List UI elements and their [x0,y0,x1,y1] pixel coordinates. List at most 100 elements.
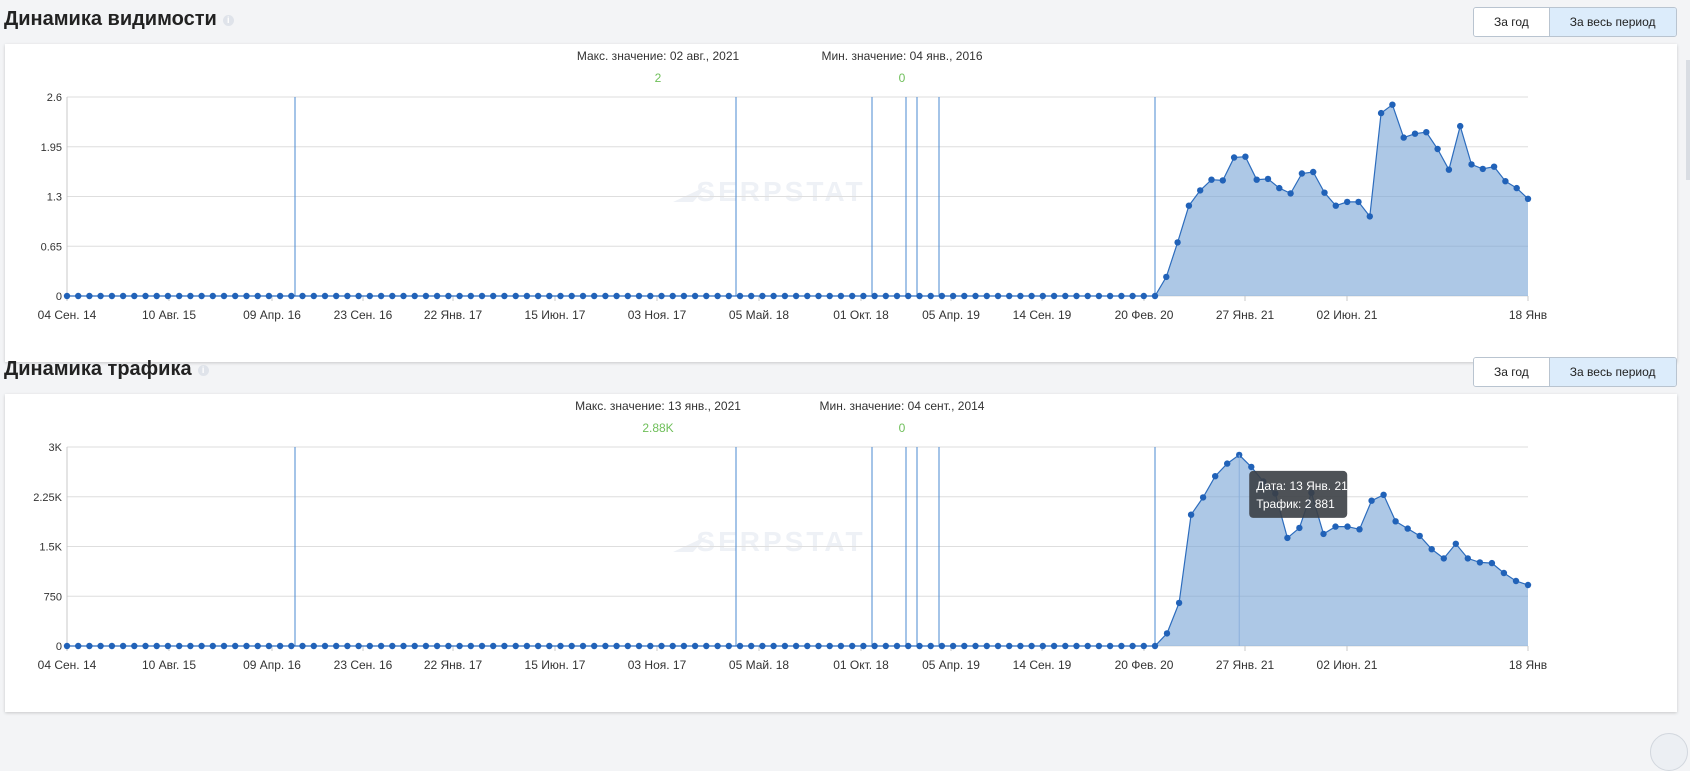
data-point [1287,190,1294,197]
data-point [164,292,172,300]
data-point [736,292,744,300]
x-tick-label: 27 Янв. 21 [1216,658,1275,672]
data-point [792,292,800,300]
data-point [1404,525,1411,532]
data-point [1321,189,1328,196]
section-title: Динамика видимости i [4,8,234,31]
data-point [108,292,116,300]
data-point [344,292,351,300]
data-point [1298,170,1306,177]
min-label: Мин. значение: 04 янв., 2016 [821,49,982,63]
data-point [938,642,946,650]
x-tick-label: 15 Июн. 17 [525,308,586,322]
data-point [288,292,295,300]
data-point [389,642,396,650]
x-tick-label: 23 Сен. 16 [334,658,393,672]
info-icon[interactable]: i [197,365,209,376]
data-point [826,292,833,300]
data-point [131,642,138,650]
data-point [972,292,979,300]
data-point [983,292,990,300]
data-point [355,642,362,650]
data-point [333,292,340,300]
data-point [1174,239,1181,246]
data-point [1118,292,1125,300]
data-point [1500,569,1508,577]
section-header: Динамика трафика i За год За весь период [0,350,1690,394]
x-tick-label: 05 Апр. 19 [922,658,980,672]
x-tick-label: 22 Янв. 17 [424,308,483,322]
period-year-button[interactable]: За год [1474,358,1550,386]
tooltip-date: Дата: 13 Янв. 21 [1256,479,1348,493]
data-point [187,642,194,650]
data-point [736,642,744,650]
x-tick-label: 15 Июн. 17 [525,658,586,672]
data-point [837,642,845,650]
data-point [579,292,587,300]
x-tick-label: 05 Май. 18 [729,308,790,322]
data-point [456,292,463,300]
data-point [994,292,1002,300]
data-point [1320,530,1327,538]
data-point [546,642,553,650]
data-point [826,642,833,650]
max-value: 2.88K [642,421,673,435]
data-point [916,642,923,650]
data-point [1248,463,1255,471]
data-point [1332,202,1340,209]
data-point [187,292,194,300]
data-point [1073,642,1080,650]
data-point [119,292,127,300]
data-point [265,292,273,300]
info-icon[interactable]: i [222,15,234,26]
data-point [961,642,968,650]
data-point [916,292,923,300]
visibility-chart-card: Макс. значение: 02 авг., 2021 2 Мин. значе… [5,44,1677,362]
traffic-section: Динамика трафика i За год За весь период … [0,350,1690,712]
data-point [815,292,822,300]
data-point [647,642,654,650]
data-point [972,642,979,650]
data-point [1476,559,1484,566]
min-value: 0 [899,71,906,85]
data-point [1219,177,1227,184]
data-point [804,292,811,300]
y-tick-label: 0.65 [41,241,62,253]
data-point [938,292,946,300]
data-point [837,292,845,300]
data-point [1276,184,1283,192]
data-point [1084,642,1091,650]
data-point [759,642,766,650]
x-tick-label: 18 Янв [1509,308,1547,322]
data-point [400,292,407,300]
data-point [86,292,93,300]
data-point [490,292,497,300]
data-point [961,292,968,300]
data-point [647,292,654,300]
page-scrollbar[interactable] [1686,60,1690,180]
period-year-button[interactable]: За год [1474,8,1550,36]
data-point [1428,546,1435,553]
period-all-button[interactable]: За весь период [1549,8,1676,36]
data-point [1457,122,1464,130]
data-point [635,292,643,300]
data-point [523,292,531,300]
data-point [333,642,340,650]
data-point [748,292,755,300]
data-point [1445,166,1453,173]
data-point [781,292,789,300]
data-point [1434,145,1441,153]
data-point [748,642,755,650]
x-tick-label: 05 Май. 18 [729,658,790,672]
x-tick-label: 09 Апр. 16 [243,658,301,672]
scroll-top-button[interactable] [1650,733,1688,771]
data-point [994,642,1002,650]
data-point [86,642,93,650]
section-header: Динамика видимости i За год За весь перио… [0,0,1690,44]
data-point [1513,184,1520,192]
x-tick-label: 27 Янв. 21 [1216,308,1275,322]
data-point [1006,642,1013,650]
data-point [613,642,620,650]
period-all-button[interactable]: За весь период [1549,358,1676,386]
section-title: Динамика трафика i [4,358,209,381]
